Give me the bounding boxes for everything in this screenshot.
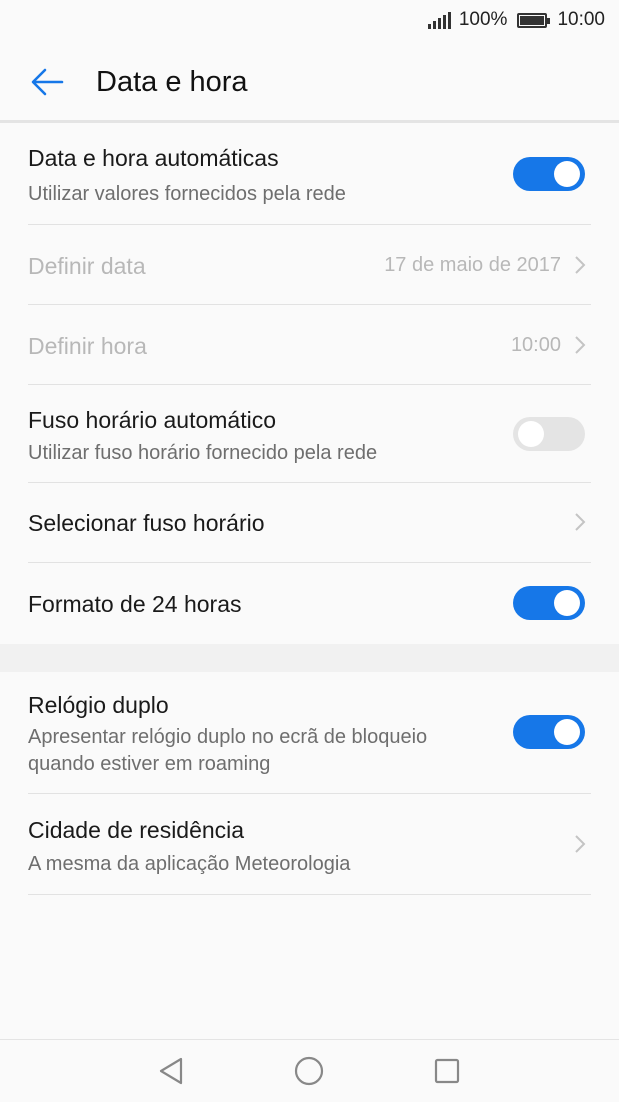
navigation-bar [0, 1039, 619, 1102]
settings-list: Data e hora automáticas Utilizar valores… [0, 124, 619, 644]
setting-subtitle: Utilizar fuso horário fornecido pela red… [28, 442, 378, 464]
section-divider [0, 644, 619, 672]
setting-title: Relógio duplo [28, 692, 169, 718]
setting-auto-timezone[interactable]: Fuso horário automático Utilizar fuso ho… [28, 385, 591, 483]
setting-title: Selecionar fuso horário [28, 510, 265, 536]
setting-value: 17 de maio de 2017 [384, 254, 561, 276]
setting-title: Fuso horário automático [28, 407, 277, 433]
home-circle-icon [294, 1056, 324, 1086]
signal-icon [427, 11, 451, 29]
setting-subtitle: Utilizar valores fornecidos pela rede [28, 183, 346, 205]
back-button[interactable] [22, 62, 72, 102]
page-title: Data e hora [96, 66, 248, 98]
setting-title: Data e hora automáticas [28, 145, 279, 171]
setting-subtitle-line2: quando estiver em roaming [28, 753, 271, 775]
settings-list-2: Relógio duplo Apresentar relógio duplo n… [0, 672, 619, 895]
clock: 10:00 [557, 9, 605, 30]
battery-percent: 100% [458, 9, 508, 30]
setting-select-timezone[interactable]: Selecionar fuso horário [28, 483, 591, 563]
setting-dual-clock[interactable]: Relógio duplo Apresentar relógio duplo n… [28, 672, 591, 794]
status-bar: 100% 10:00 [0, 0, 619, 44]
setting-home-city[interactable]: Cidade de residência A mesma da aplicaçã… [28, 794, 591, 895]
setting-value: 10:00 [510, 334, 561, 356]
setting-title: Cidade de residência [28, 817, 245, 843]
setting-set-time[interactable]: Definir hora 10:00 [28, 305, 591, 385]
setting-subtitle: Apresentar relógio duplo no ecrã de bloq… [28, 726, 428, 748]
setting-auto-datetime[interactable]: Data e hora automáticas Utilizar valores… [28, 124, 591, 225]
setting-subtitle: A mesma da aplicação Meteorologia [28, 853, 351, 875]
recents-square-icon [434, 1058, 460, 1084]
back-triangle-icon [159, 1057, 183, 1085]
chevron-right-icon [575, 835, 586, 853]
chevron-right-icon [575, 336, 586, 354]
format-24h-toggle[interactable] [513, 586, 585, 620]
nav-back-button[interactable] [154, 1054, 188, 1088]
app-bar: Data e hora [0, 44, 619, 120]
setting-title: Formato de 24 horas [28, 591, 242, 617]
chevron-right-icon [575, 513, 586, 531]
nav-home-button[interactable] [292, 1054, 326, 1088]
setting-24h-format[interactable]: Formato de 24 horas [28, 563, 591, 644]
setting-title: Definir hora [28, 333, 147, 359]
back-arrow-icon [31, 68, 64, 96]
battery-icon [517, 12, 551, 28]
auto-datetime-toggle[interactable] [513, 157, 585, 191]
setting-title: Definir data [28, 253, 146, 279]
auto-timezone-toggle[interactable] [513, 417, 585, 451]
chevron-right-icon [575, 256, 586, 274]
dual-clock-toggle[interactable] [513, 715, 585, 749]
divider [0, 120, 619, 123]
setting-set-date[interactable]: Definir data 17 de maio de 2017 [28, 225, 591, 305]
nav-recents-button[interactable] [430, 1054, 464, 1088]
